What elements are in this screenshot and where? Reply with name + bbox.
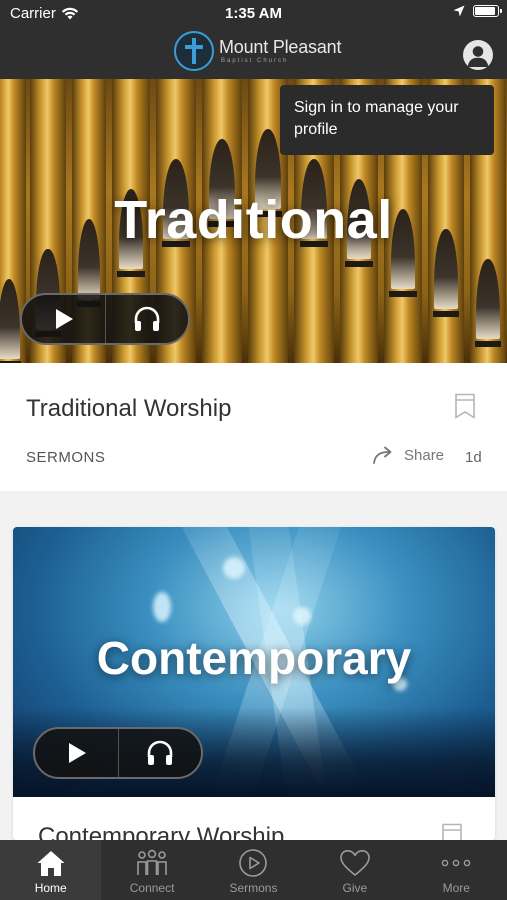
church-logo: Mount Pleasant Baptist Church (174, 31, 341, 71)
play-video-button[interactable] (35, 729, 118, 777)
pipe-lip (389, 291, 417, 297)
hero-title: Contemporary (96, 632, 412, 684)
headphones-icon (134, 306, 160, 331)
stage-light (153, 592, 171, 622)
heart-icon (340, 850, 370, 876)
tab-connect[interactable]: Connect (101, 840, 202, 900)
play-video-button[interactable] (22, 295, 105, 343)
media-controls (33, 727, 203, 779)
tab-bar: Home Connect Sermons Give More (0, 840, 507, 900)
people-icon (137, 849, 167, 875)
pipe-lip (433, 311, 459, 317)
headphones-icon (147, 740, 173, 765)
cross-logo-icon (174, 31, 214, 71)
tab-label: Connect (129, 881, 175, 895)
pipe-mouth (476, 259, 500, 339)
top-bar: Carrier 1:35 AM Mount Pleasant Baptist C… (0, 0, 507, 79)
stage-light (293, 607, 311, 625)
location-arrow-icon (453, 5, 465, 17)
profile-tooltip[interactable]: Sign in to manage your profile (280, 85, 494, 155)
pipe-lip (345, 261, 373, 267)
hero-title: Traditional (114, 190, 393, 250)
pipe-lip (117, 271, 145, 277)
user-icon (467, 46, 489, 67)
contemporary-hero-image[interactable]: Contemporary (13, 527, 495, 797)
card-title[interactable]: Contemporary Worship (38, 823, 284, 840)
play-circle-icon (239, 849, 268, 877)
play-audio-button[interactable] (118, 729, 201, 777)
share-button[interactable]: Share (372, 446, 444, 464)
tab-label: More (442, 881, 470, 895)
tab-label: Home (34, 881, 67, 895)
bookmark-icon[interactable] (441, 823, 463, 840)
battery-level (475, 7, 495, 15)
more-icon (441, 859, 471, 867)
status-right (453, 5, 502, 17)
post-age: 1d (465, 449, 482, 466)
card-title[interactable]: Traditional Worship (26, 395, 231, 423)
share-label: Share (404, 446, 445, 464)
status-bar: Carrier 1:35 AM (0, 0, 507, 28)
share-arrow-icon (373, 446, 392, 464)
tab-home[interactable]: Home (0, 840, 102, 900)
tab-label: Give (342, 881, 368, 895)
bookmark-icon[interactable] (454, 393, 476, 419)
play-audio-button[interactable] (105, 295, 188, 343)
play-icon (68, 743, 86, 763)
status-time: 1:35 AM (225, 5, 282, 22)
feed-item-info[interactable]: Traditional Worship SERMONS Share 1d (0, 363, 507, 491)
logo-name: Mount Pleasant (219, 37, 342, 57)
tab-more[interactable]: More (406, 840, 507, 900)
tab-sermons[interactable]: Sermons (203, 840, 304, 900)
feed-card[interactable]: Contemporary Contemporary Worship (13, 527, 495, 840)
pipe-lip (475, 341, 501, 347)
stage-light (223, 557, 245, 579)
media-controls (20, 293, 190, 345)
play-icon (55, 309, 73, 329)
pipe-mouth (0, 279, 20, 359)
battery-icon (473, 5, 502, 17)
tab-label: Sermons (229, 881, 278, 895)
profile-button[interactable] (463, 40, 493, 70)
tab-give[interactable]: Give (304, 840, 405, 900)
logo-subtitle: Baptist Church (221, 58, 289, 64)
home-icon (37, 851, 65, 876)
category-label: SERMONS (26, 449, 106, 466)
